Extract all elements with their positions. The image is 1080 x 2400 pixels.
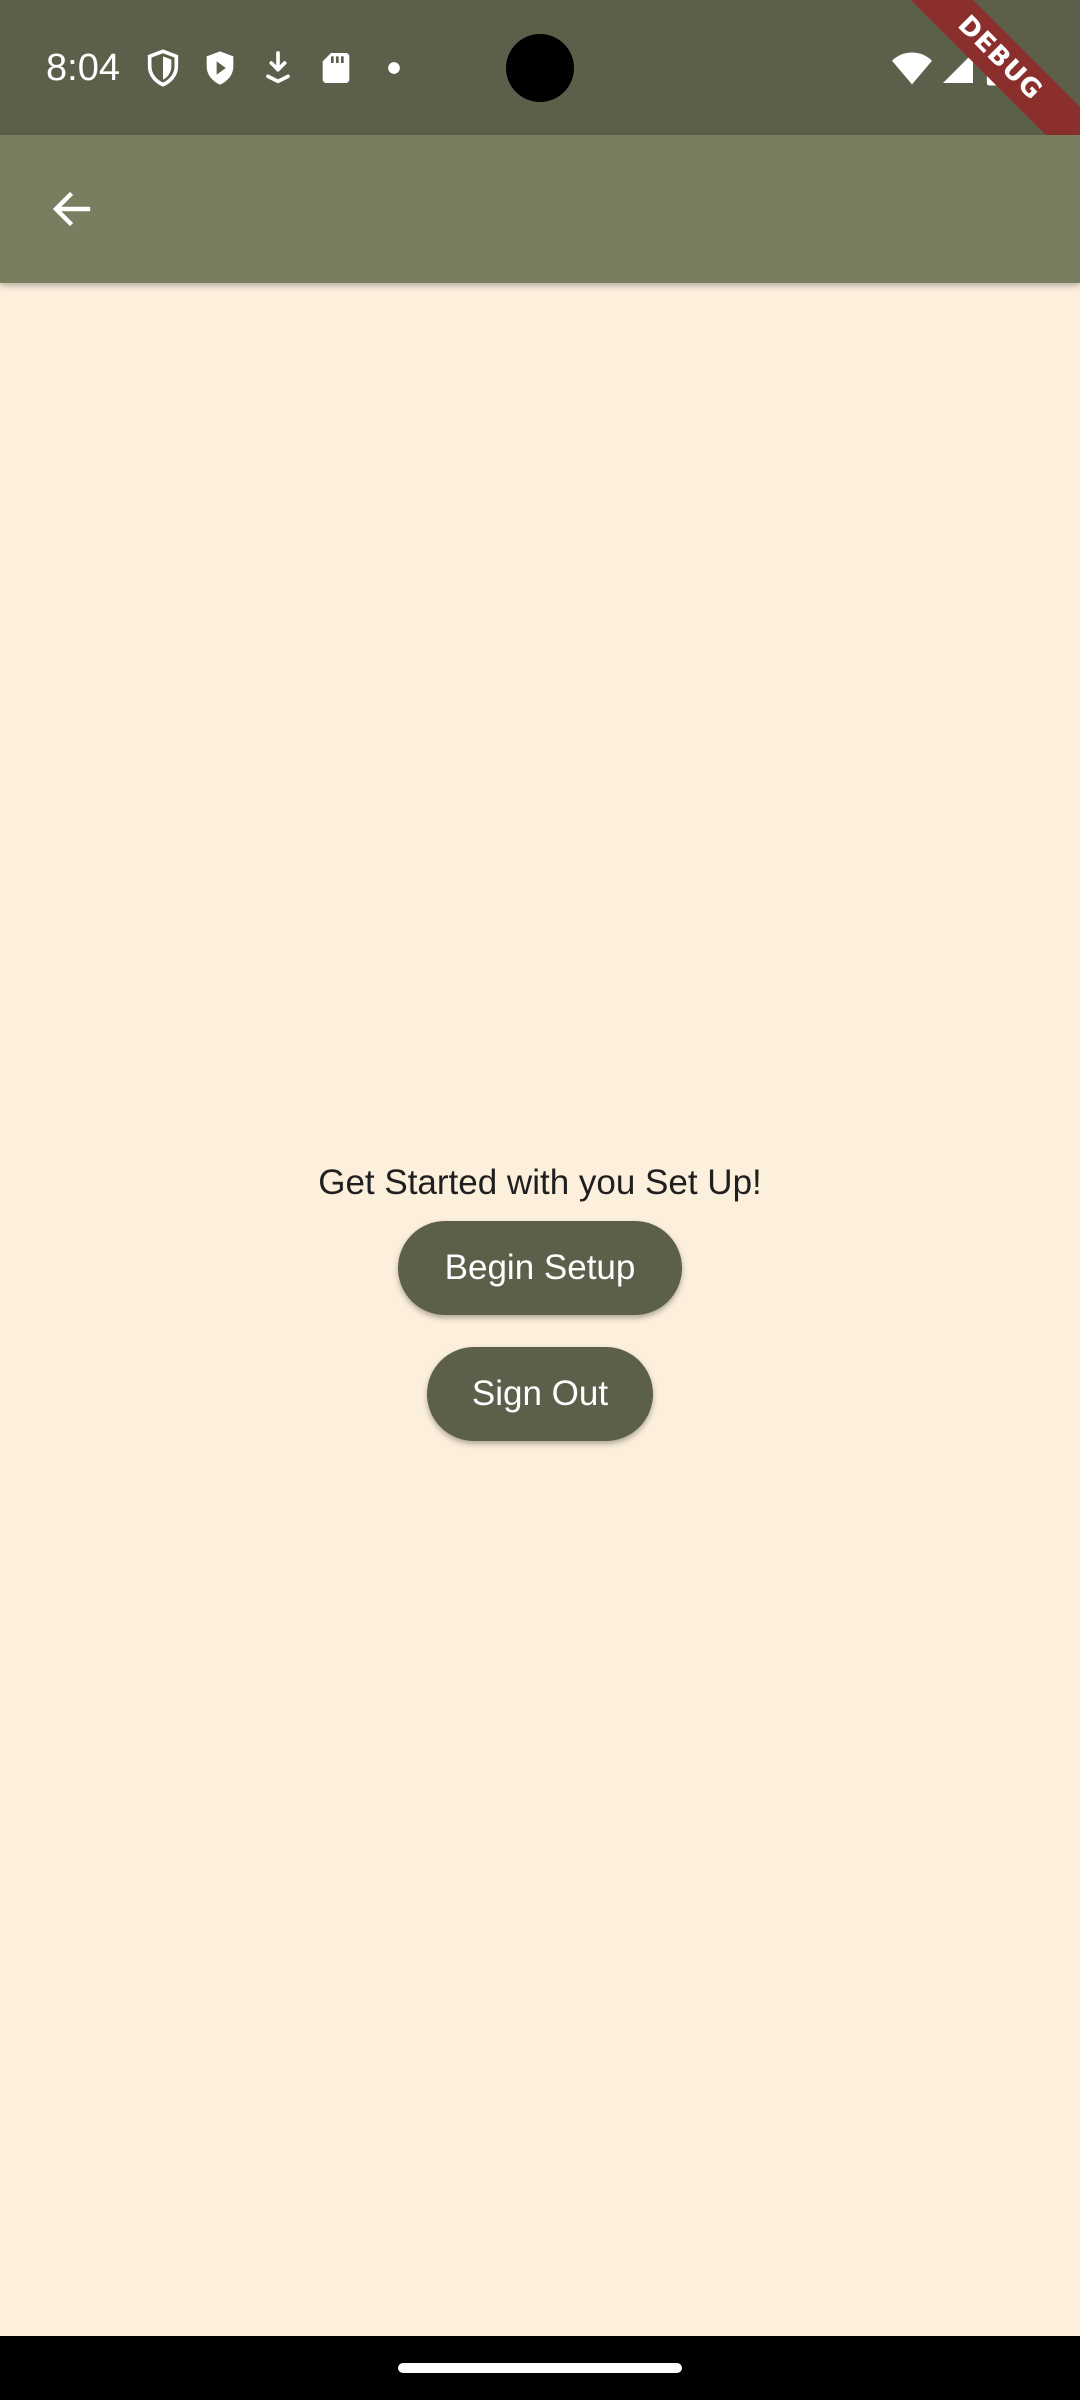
app-screen: 8:04 DEBUG Get Started with you Set Up! … [0, 0, 1080, 2400]
setup-prompt-text: Get Started with you Set Up! [318, 1163, 762, 1202]
download-arrow-icon [258, 48, 298, 88]
setup-prompt-section: Get Started with you Set Up! Begin Setup… [0, 1155, 1080, 1441]
back-button[interactable] [30, 169, 114, 253]
dot-icon [378, 48, 418, 88]
sd-card-icon [316, 48, 356, 88]
sign-out-button[interactable]: Sign Out [427, 1347, 653, 1441]
begin-setup-button[interactable]: Begin Setup [398, 1221, 682, 1315]
system-navigation-bar [0, 2336, 1080, 2400]
wifi-icon [890, 48, 934, 88]
home-indicator[interactable] [398, 2363, 682, 2373]
app-bar [0, 135, 1080, 283]
play-shield-icon [200, 48, 240, 88]
status-time: 8:04 [46, 47, 120, 89]
shield-icon [143, 48, 183, 88]
camera-cutout [506, 34, 574, 102]
arrow-back-icon [48, 185, 96, 238]
status-bar: 8:04 DEBUG [0, 0, 1080, 180]
